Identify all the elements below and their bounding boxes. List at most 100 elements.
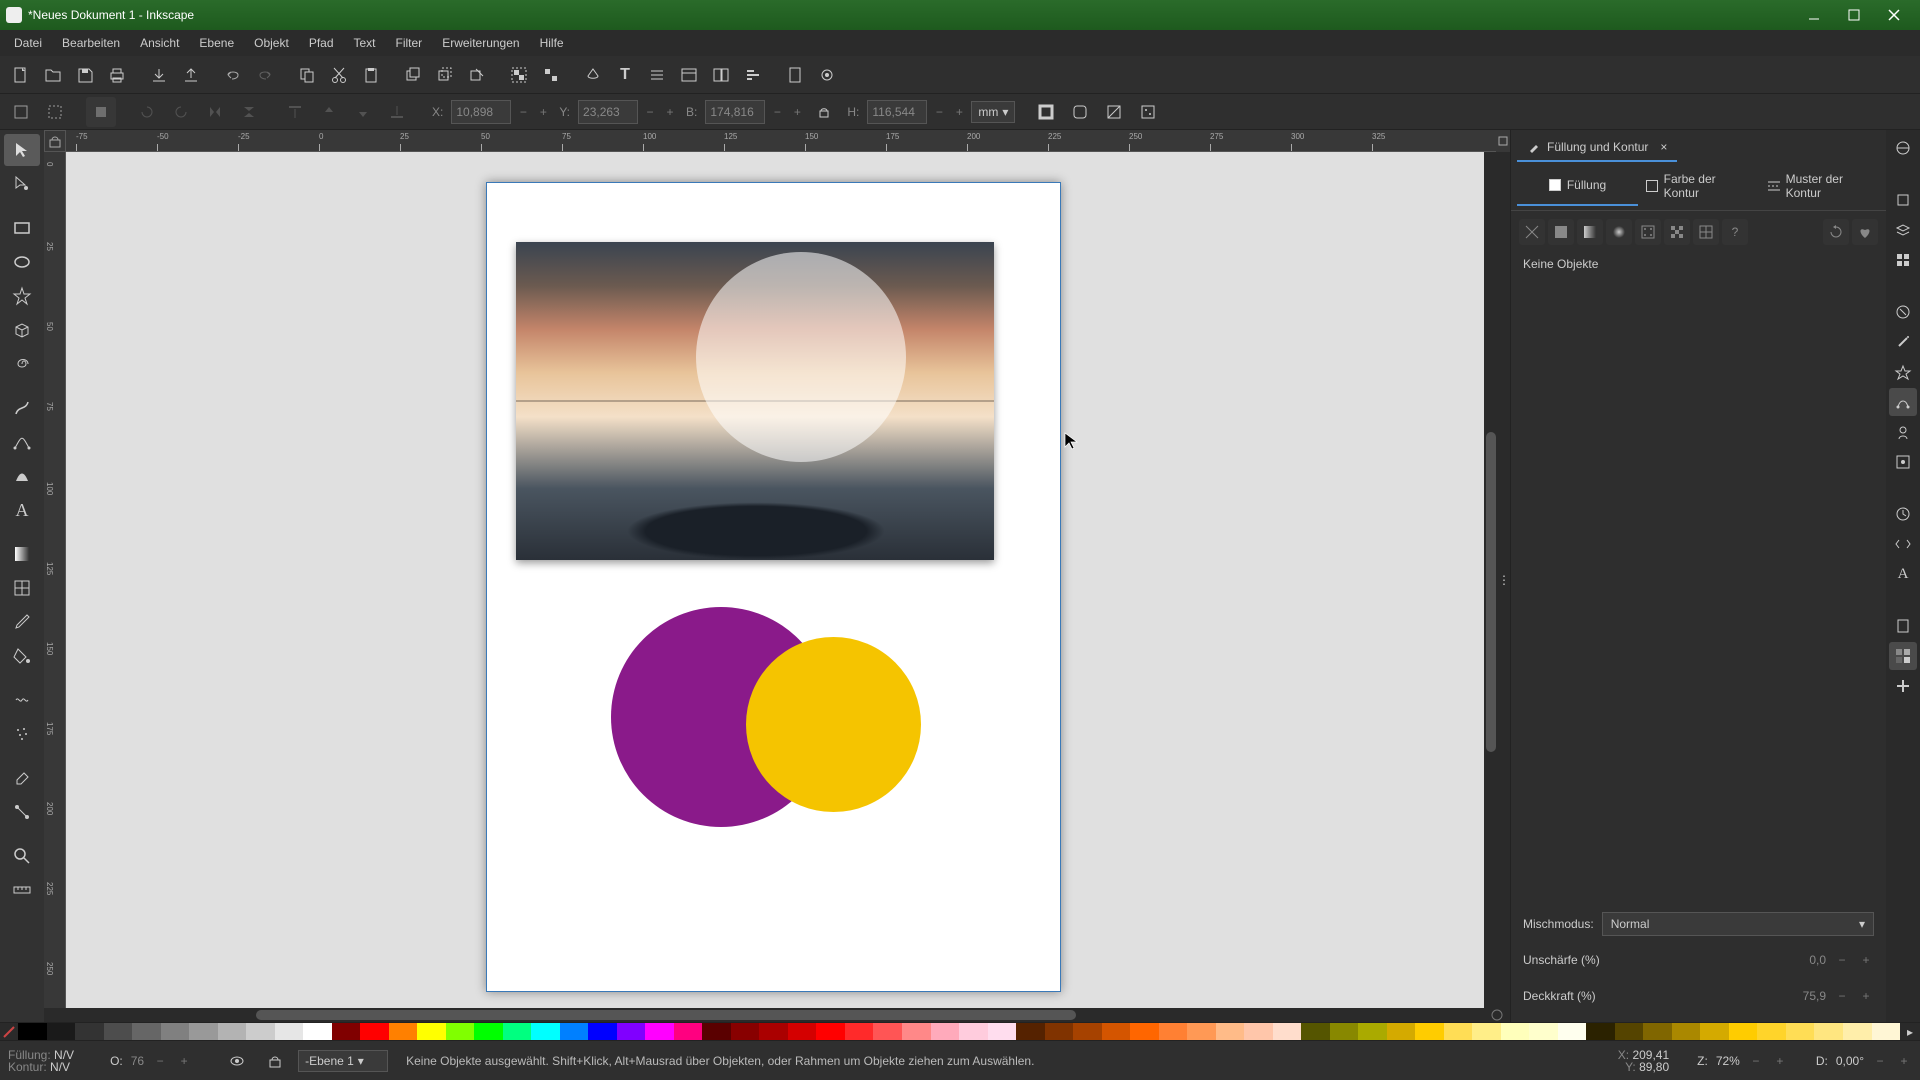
lower-button[interactable] <box>348 97 378 127</box>
color-swatch[interactable] <box>1415 1023 1444 1040</box>
color-swatch[interactable] <box>1045 1023 1074 1040</box>
canvas-grip[interactable]: ⋮ <box>1498 152 1510 1008</box>
color-swatch[interactable] <box>560 1023 589 1040</box>
color-swatch[interactable] <box>503 1023 532 1040</box>
color-swatch[interactable] <box>531 1023 560 1040</box>
select-all-layers-button[interactable] <box>6 97 36 127</box>
xml-button[interactable] <box>674 60 704 90</box>
paint-pattern-button[interactable] <box>1635 219 1661 245</box>
dock-undo-hist-icon[interactable] <box>1889 500 1917 528</box>
color-swatch[interactable] <box>1672 1023 1701 1040</box>
rotate-dec-button[interactable]: − <box>1872 1049 1888 1073</box>
select-all-button[interactable] <box>40 97 70 127</box>
layers-button[interactable] <box>642 60 672 90</box>
color-swatch[interactable] <box>303 1023 332 1040</box>
color-swatch[interactable] <box>1729 1023 1758 1040</box>
blur-decrease[interactable]: − <box>1834 948 1850 972</box>
dock-path-icon[interactable] <box>1889 298 1917 326</box>
spray-tool[interactable] <box>4 718 40 750</box>
color-swatch[interactable] <box>1586 1023 1615 1040</box>
menu-objekt[interactable]: Objekt <box>244 32 299 54</box>
clone-button[interactable] <box>430 60 460 90</box>
ruler-end-button[interactable] <box>1496 130 1510 152</box>
color-swatch[interactable] <box>1757 1023 1786 1040</box>
ruler-horizontal[interactable]: -75-50-250255075100125150175200225250275… <box>66 130 1496 152</box>
measure-tool[interactable] <box>4 874 40 906</box>
lower-bottom-button[interactable] <box>382 97 412 127</box>
color-swatch[interactable] <box>474 1023 503 1040</box>
color-swatch[interactable] <box>617 1023 646 1040</box>
gradient-tool[interactable] <box>4 538 40 570</box>
node-tool[interactable] <box>4 168 40 200</box>
doc-properties-button[interactable] <box>780 60 810 90</box>
color-swatch[interactable] <box>75 1023 104 1040</box>
dock-text-icon[interactable]: A <box>1889 560 1917 588</box>
color-swatch[interactable] <box>1187 1023 1216 1040</box>
color-swatch[interactable] <box>959 1023 988 1040</box>
menu-bearbeiten[interactable]: Bearbeiten <box>52 32 130 54</box>
color-swatch[interactable] <box>104 1023 133 1040</box>
duplicate-button[interactable] <box>398 60 428 90</box>
undo-button[interactable] <box>218 60 248 90</box>
menu-ebene[interactable]: Ebene <box>189 32 244 54</box>
height-input[interactable] <box>867 100 927 124</box>
color-swatch[interactable] <box>731 1023 760 1040</box>
unlink-clone-button[interactable] <box>462 60 492 90</box>
flip-h-button[interactable] <box>200 97 230 127</box>
yellow-circle[interactable] <box>746 637 921 812</box>
scroll-thumb-v[interactable] <box>1486 432 1496 752</box>
group-button[interactable] <box>504 60 534 90</box>
opacity-decrease[interactable]: − <box>1834 984 1850 1008</box>
flip-v-button[interactable] <box>234 97 264 127</box>
align-button[interactable] <box>738 60 768 90</box>
ruler-vertical[interactable]: 0255075100125150175200225250 <box>44 152 66 1008</box>
visibility-toggle[interactable] <box>222 1046 252 1076</box>
lock-ratio-button[interactable] <box>809 97 839 127</box>
export-button[interactable] <box>176 60 206 90</box>
dock-transform-icon[interactable] <box>1889 186 1917 214</box>
zoom-out-button[interactable]: − <box>1748 1049 1764 1073</box>
fill-subtab[interactable]: Füllung <box>1517 166 1638 206</box>
color-swatch[interactable] <box>588 1023 617 1040</box>
paint-heart-button[interactable] <box>1852 219 1878 245</box>
pencil-tool[interactable] <box>4 392 40 424</box>
color-swatch[interactable] <box>702 1023 731 1040</box>
calligraphy-tool[interactable] <box>4 460 40 492</box>
color-swatch[interactable] <box>788 1023 817 1040</box>
dock-doc-icon[interactable] <box>1889 612 1917 640</box>
color-swatch[interactable] <box>1387 1023 1416 1040</box>
selector-tool[interactable] <box>4 134 40 166</box>
layer-select[interactable]: -Ebene 1▾ <box>298 1050 388 1072</box>
dock-layers-icon[interactable] <box>1889 216 1917 244</box>
color-swatch[interactable] <box>189 1023 218 1040</box>
color-swatch[interactable] <box>1558 1023 1587 1040</box>
color-swatch[interactable] <box>132 1023 161 1040</box>
status-o-increase[interactable]: + <box>176 1049 192 1073</box>
color-swatch[interactable] <box>1843 1023 1872 1040</box>
paint-reset-button[interactable] <box>1823 219 1849 245</box>
h-increase[interactable]: + <box>951 100 967 124</box>
color-swatch[interactable] <box>332 1023 361 1040</box>
menu-datei[interactable]: Datei <box>4 32 52 54</box>
b-decrease[interactable]: − <box>769 100 785 124</box>
x-input[interactable] <box>451 100 511 124</box>
scrollbar-horizontal[interactable] <box>66 1008 1484 1022</box>
color-swatch[interactable] <box>759 1023 788 1040</box>
maximize-button[interactable] <box>1834 0 1874 30</box>
color-swatch[interactable] <box>1130 1023 1159 1040</box>
status-o-decrease[interactable]: − <box>152 1049 168 1073</box>
tweak-tool[interactable] <box>4 684 40 716</box>
import-button[interactable] <box>144 60 174 90</box>
mesh-tool[interactable] <box>4 572 40 604</box>
raise-button[interactable] <box>314 97 344 127</box>
menu-erweiterungen[interactable]: Erweiterungen <box>432 32 529 54</box>
redo-button[interactable] <box>250 60 280 90</box>
color-manage-icon[interactable] <box>1484 1008 1510 1022</box>
blur-increase[interactable]: + <box>1858 948 1874 972</box>
dock-wand-icon[interactable] <box>1889 328 1917 356</box>
color-swatch[interactable] <box>417 1023 446 1040</box>
copy-button[interactable] <box>292 60 322 90</box>
color-swatch[interactable] <box>1615 1023 1644 1040</box>
scrollbar-vertical[interactable] <box>1484 152 1498 1008</box>
color-swatch[interactable] <box>1301 1023 1330 1040</box>
